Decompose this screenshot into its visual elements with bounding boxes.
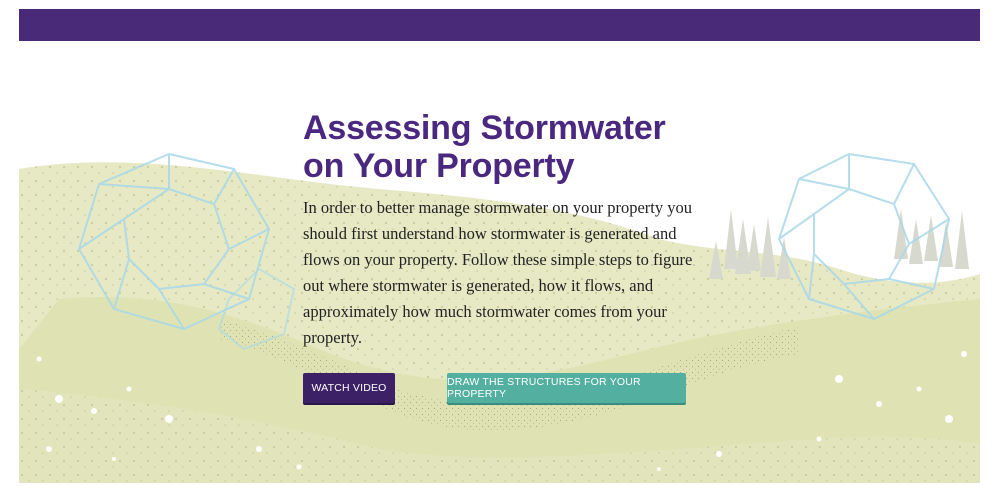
page-title: Assessing Stormwater on Your Property (303, 109, 703, 185)
watch-video-button[interactable]: WATCH VIDEO (303, 373, 395, 403)
page-title-line2: on Your Property (303, 147, 575, 185)
draw-structures-button[interactable]: DRAW THE STRUCTURES FOR YOUR PROPERTY (447, 373, 686, 403)
page-title-line1: Assessing Stormwater (303, 109, 666, 147)
intro-paragraph: In order to better manage stormwater on … (303, 198, 693, 347)
tree-silhouettes (709, 209, 969, 279)
top-navigation-bar (19, 9, 980, 41)
page-frame: Assessing Stormwater on Your Property In… (19, 9, 980, 483)
hero-content: Assessing Stormwater on Your Property In… (303, 109, 703, 351)
hero-actions: WATCH VIDEO DRAW THE STRUCTURES FOR YOUR… (303, 373, 723, 405)
